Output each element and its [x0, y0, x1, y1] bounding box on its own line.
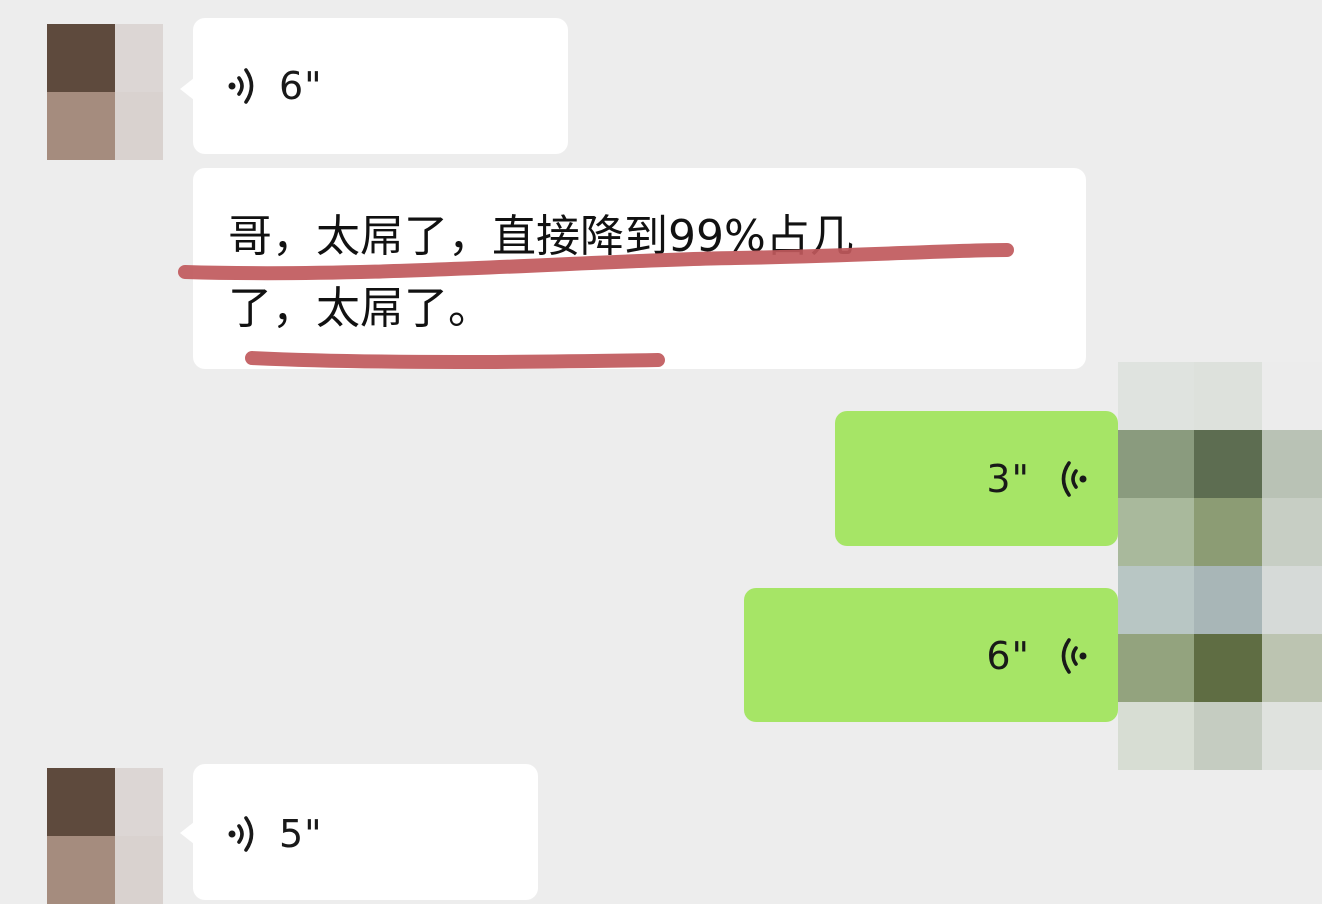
avatar-pixel	[1118, 498, 1194, 566]
voice-duration: 6"	[986, 634, 1030, 678]
avatar-pixel	[1194, 702, 1262, 770]
avatar-pixel	[1118, 362, 1194, 430]
avatar-pixel	[1194, 634, 1262, 702]
avatar-pixel	[1262, 634, 1322, 702]
voice-message-bubble[interactable]: 6"	[193, 18, 568, 154]
bubble-tail	[180, 78, 194, 100]
avatar-pixel	[1118, 566, 1194, 634]
avatar-pixel	[115, 768, 163, 836]
avatar-pixel	[47, 24, 115, 92]
avatar-contact-bottom[interactable]	[47, 768, 163, 904]
avatar-pixel	[1194, 566, 1262, 634]
bubble-tail	[180, 822, 194, 844]
voice-duration: 6"	[279, 64, 323, 108]
avatar-pixel	[1194, 362, 1262, 430]
voice-message-row: 3"	[986, 457, 1092, 501]
avatar-pixel	[115, 92, 163, 160]
avatar-pixel	[1118, 634, 1194, 702]
voice-duration: 3"	[986, 457, 1030, 501]
avatar-pixel	[47, 92, 115, 160]
avatar-pixel	[1262, 498, 1322, 566]
avatar-contact-top[interactable]	[47, 24, 163, 160]
voice-message-bubble[interactable]: 5"	[193, 764, 538, 900]
avatar-pixel	[115, 24, 163, 92]
voice-message-bubble[interactable]: 3"	[835, 411, 1118, 546]
avatar-pixel	[1194, 430, 1262, 498]
avatar-pixel	[115, 836, 163, 904]
avatar-pixel	[47, 836, 115, 904]
voice-message-row: 6"	[223, 64, 323, 108]
message-text-line-2: 了，太屌了。	[228, 283, 492, 334]
avatar-self[interactable]	[1118, 362, 1322, 770]
voice-wave-icon	[228, 68, 254, 104]
voice-wave-icon	[1061, 638, 1087, 674]
voice-wave-icon	[1061, 461, 1087, 497]
avatar-pixel	[1262, 566, 1322, 634]
avatar-pixel	[1118, 430, 1194, 498]
avatar-pixel	[1194, 498, 1262, 566]
voice-message-bubble[interactable]: 6"	[744, 588, 1118, 722]
avatar-pixel	[47, 768, 115, 836]
voice-duration: 5"	[279, 812, 323, 856]
avatar-pixel	[1262, 430, 1322, 498]
voice-wave-icon	[228, 816, 254, 852]
voice-message-row: 5"	[223, 812, 323, 856]
voice-message-row: 6"	[986, 634, 1092, 678]
avatar-pixel	[1262, 702, 1322, 770]
message-text-line-1: 哥，太屌了，直接降到99%占几	[228, 211, 854, 262]
avatar-pixel	[1262, 362, 1322, 430]
avatar-pixel	[1118, 702, 1194, 770]
